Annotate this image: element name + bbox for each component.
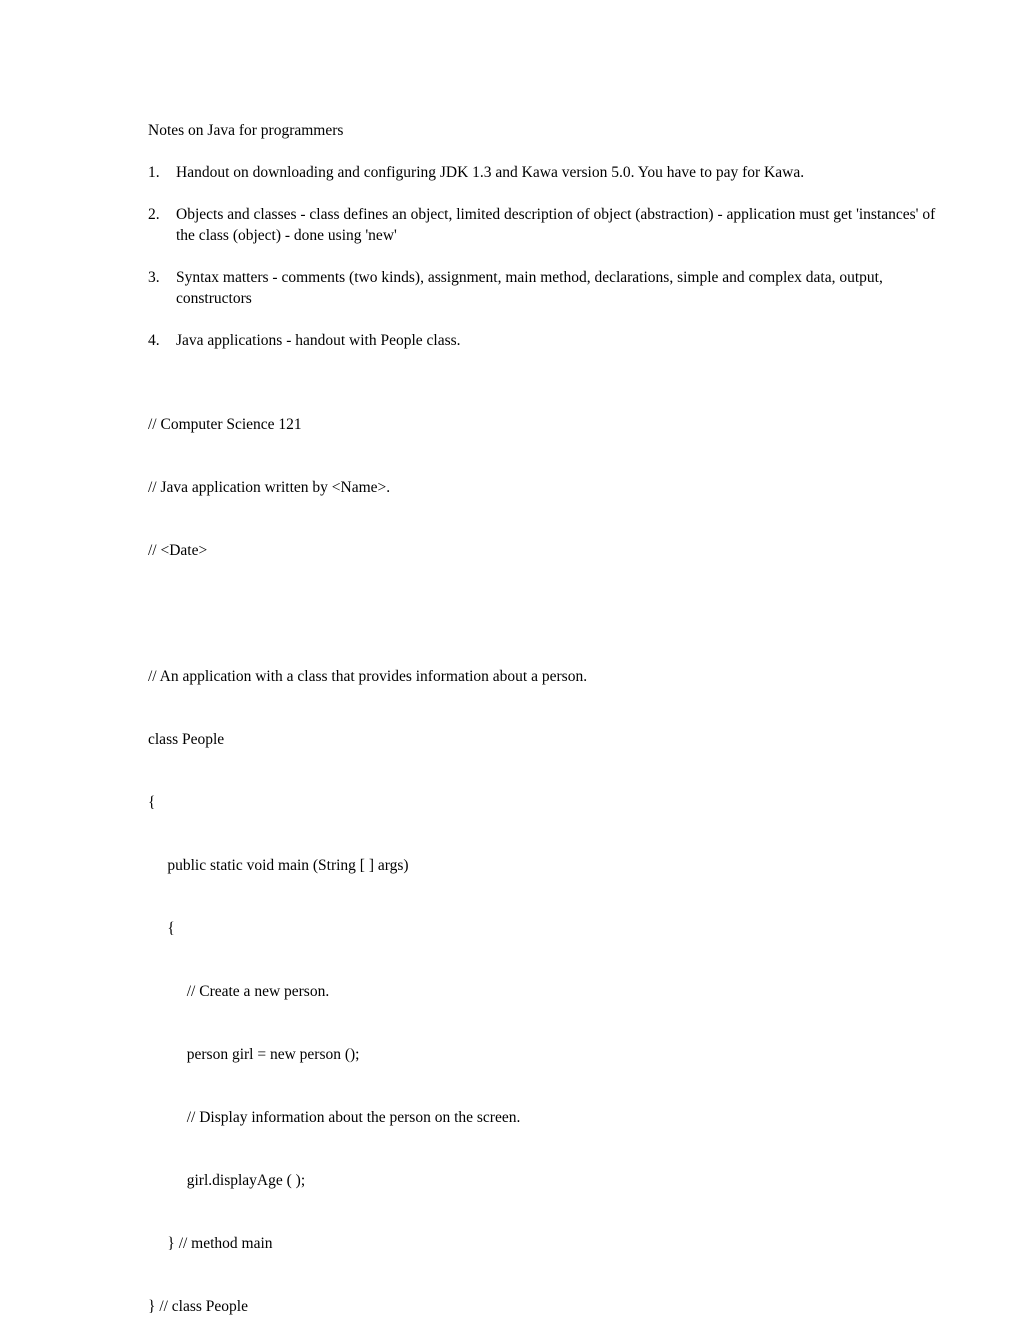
list-item-number: 2. bbox=[148, 206, 160, 223]
list-item-text: Java applications - handout with People … bbox=[176, 332, 461, 349]
document-page: Notes on Java for programmers 1. Handout… bbox=[0, 0, 1020, 1320]
code-line: // An application with a class that prov… bbox=[148, 668, 588, 685]
code-listing-header: // Computer Science 121 // Java applicat… bbox=[148, 372, 948, 603]
code-line: { bbox=[148, 794, 156, 811]
list-item-number: 1. bbox=[148, 164, 160, 181]
code-listing-people-class: // An application with a class that prov… bbox=[148, 624, 948, 1320]
list-item-text: Syntax matters - comments (two kinds), a… bbox=[176, 269, 883, 307]
code-line: } // method main bbox=[148, 1235, 273, 1252]
code-line: // Display information about the person … bbox=[148, 1109, 521, 1126]
list-item-number: 4. bbox=[148, 332, 160, 349]
code-line: // <Date> bbox=[148, 542, 208, 559]
code-line: { bbox=[148, 920, 175, 937]
code-line: // Java application written by <Name>. bbox=[148, 479, 391, 496]
list-item-number: 3. bbox=[148, 269, 160, 286]
code-line: public static void main (String [ ] args… bbox=[148, 857, 409, 874]
code-line: girl.displayAge ( ); bbox=[148, 1172, 306, 1189]
list-item: 3. Syntax matters - comments (two kinds)… bbox=[148, 267, 948, 309]
list-item-text: Objects and classes - class defines an o… bbox=[176, 206, 936, 244]
list-item: 1. Handout on downloading and configurin… bbox=[148, 162, 948, 183]
code-line: class People bbox=[148, 731, 225, 748]
code-line: // Computer Science 121 bbox=[148, 416, 302, 433]
list-item-text: Handout on downloading and configuring J… bbox=[176, 164, 805, 181]
page-title: Notes on Java for programmers bbox=[148, 122, 344, 139]
code-line: } // class People bbox=[148, 1298, 248, 1315]
document-content: Notes on Java for programmers 1. Handout… bbox=[148, 120, 948, 1320]
code-line: person girl = new person (); bbox=[148, 1046, 360, 1063]
list-item: 2. Objects and classes - class defines a… bbox=[148, 204, 948, 246]
code-line: // Create a new person. bbox=[148, 983, 330, 1000]
list-item: 4. Java applications - handout with Peop… bbox=[148, 330, 948, 351]
